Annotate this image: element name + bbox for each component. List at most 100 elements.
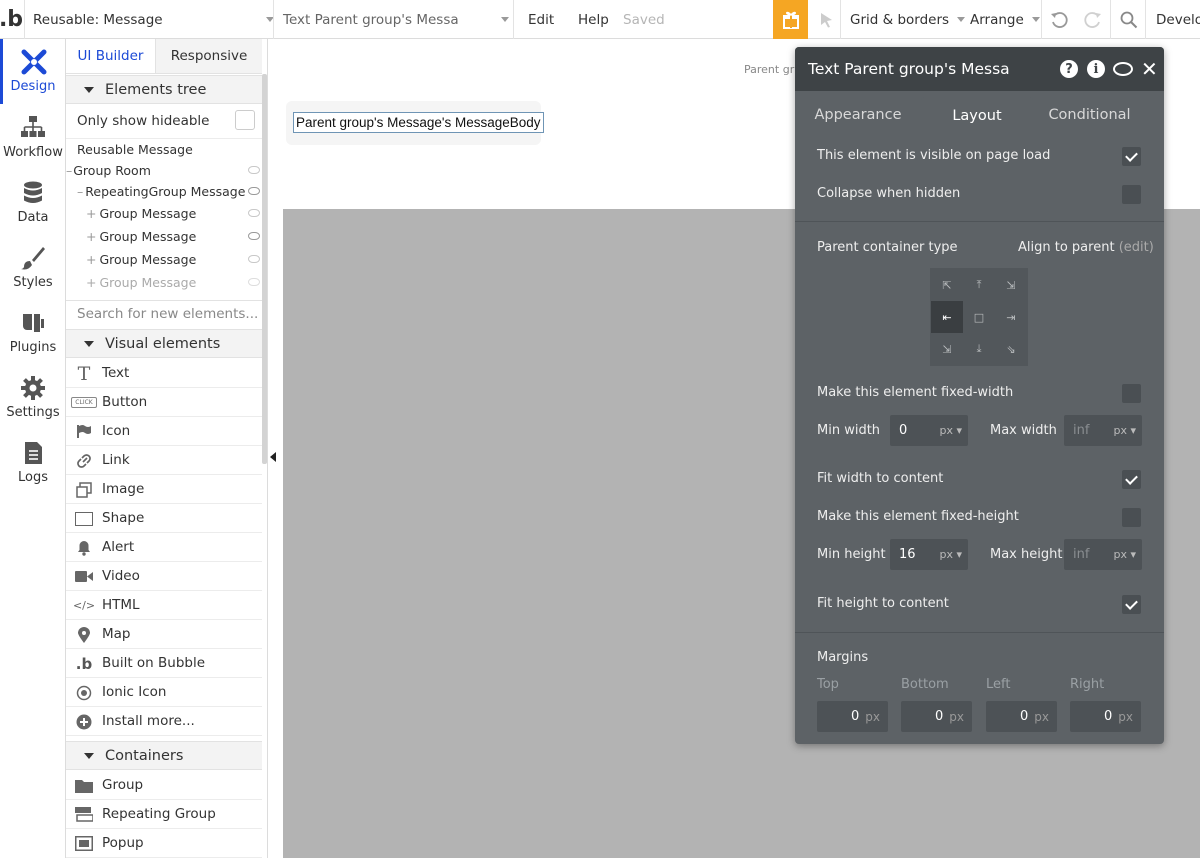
element-search-input[interactable]: Search for new elements... <box>77 306 258 322</box>
element-install-more[interactable]: Install more... <box>66 707 262 736</box>
grid-borders-menu[interactable]: Grid & borders <box>850 0 966 39</box>
align-top-center-icon[interactable]: ⤒ <box>963 269 995 301</box>
tree-item-reusable-message[interactable]: Reusable Message <box>77 138 193 160</box>
max-width-input[interactable]: inf px ▾ <box>1064 415 1142 446</box>
help-menu[interactable]: Help <box>578 0 609 39</box>
max-height-unit[interactable]: px ▾ <box>1113 548 1136 561</box>
eye-icon[interactable] <box>248 255 260 263</box>
eye-icon[interactable] <box>248 166 260 174</box>
min-width-input[interactable]: 0 px ▾ <box>890 415 968 446</box>
cursor-icon[interactable] <box>816 0 838 39</box>
tree-item-group-message[interactable]: + Group Message <box>86 202 196 224</box>
align-bottom-center-icon[interactable]: ⤓ <box>963 333 995 365</box>
nav-logs[interactable]: Logs <box>0 430 66 495</box>
nav-design[interactable]: Design <box>0 39 66 104</box>
element-repeating-group[interactable]: Repeating Group <box>66 800 262 829</box>
align-bottom-left-icon[interactable]: ⇲ <box>931 333 963 365</box>
element-video[interactable]: Video <box>66 562 262 591</box>
min-height-input[interactable]: 16 px ▾ <box>890 539 968 570</box>
nav-settings[interactable]: Settings <box>0 365 66 430</box>
align-center-right-icon[interactable]: ⇥ <box>995 301 1027 333</box>
align-center-left-icon[interactable]: ⇤ <box>931 301 963 333</box>
tab-appearance[interactable]: Appearance <box>795 97 921 133</box>
margin-top-input[interactable]: 0 px <box>817 701 888 732</box>
tree-item-group-message-hidden[interactable]: + Group Message <box>86 271 196 293</box>
help-icon[interactable]: ? <box>1060 60 1078 78</box>
nav-workflow[interactable]: Workflow <box>0 105 66 170</box>
selected-text-element[interactable]: Parent group's Message's MessageBody <box>293 112 544 133</box>
tree-item-group-message[interactable]: + Group Message <box>86 225 196 247</box>
max-height-input[interactable]: inf px ▾ <box>1064 539 1142 570</box>
visible-on-load-checkbox[interactable] <box>1122 147 1141 166</box>
tab-conditional[interactable]: Conditional <box>1033 97 1146 133</box>
min-width-unit[interactable]: px ▾ <box>939 424 962 437</box>
collapse-hidden-label: Collapse when hidden <box>817 186 961 201</box>
align-bottom-right-icon[interactable]: ⇘ <box>995 333 1027 365</box>
element-selector[interactable]: Text Parent group's Messa <box>283 0 509 39</box>
align-top-right-icon[interactable]: ⇲ <box>995 269 1027 301</box>
tab-responsive[interactable]: Responsive <box>156 39 262 74</box>
fixed-height-checkbox[interactable] <box>1122 508 1141 527</box>
eye-icon[interactable] <box>248 187 260 195</box>
containers-header[interactable]: Containers <box>66 741 262 770</box>
element-button[interactable]: CLICK Button <box>66 388 262 417</box>
max-width-unit[interactable]: px ▾ <box>1113 424 1136 437</box>
settings-icon <box>21 376 45 400</box>
eye-icon[interactable] <box>248 278 260 286</box>
folder-icon <box>74 777 94 794</box>
info-icon[interactable]: i <box>1087 60 1105 78</box>
nav-plugins[interactable]: Plugins <box>0 300 66 365</box>
element-map[interactable]: Map <box>66 620 262 649</box>
unit-label: px <box>1118 709 1133 724</box>
tab-layout[interactable]: Layout <box>921 97 1033 135</box>
page-selector[interactable]: Reusable: Message <box>33 0 274 39</box>
elements-tree-header[interactable]: Elements tree <box>66 75 262 104</box>
margin-bottom-input[interactable]: 0 px <box>901 701 972 732</box>
fit-width-checkbox[interactable] <box>1122 470 1141 489</box>
eye-icon[interactable] <box>248 232 260 240</box>
element-image[interactable]: Image <box>66 475 262 504</box>
editor-header[interactable]: Text Parent group's Messa ? i ✕ <box>795 47 1164 91</box>
element-shape[interactable]: Shape <box>66 504 262 533</box>
comment-icon[interactable] <box>1113 62 1133 76</box>
element-popup[interactable]: Popup <box>66 829 262 858</box>
search-icon[interactable] <box>1118 0 1140 39</box>
element-icon[interactable]: Icon <box>66 417 262 446</box>
panel-scrollbar[interactable] <box>262 74 267 464</box>
margin-right-input[interactable]: 0 px <box>1070 701 1141 732</box>
fixed-height-label: Make this element fixed-height <box>817 509 1019 524</box>
align-top-left-icon[interactable]: ⇱ <box>931 269 963 301</box>
element-link[interactable]: Link <box>66 446 262 475</box>
fixed-width-checkbox[interactable] <box>1122 384 1141 403</box>
margin-left-input[interactable]: 0 px <box>986 701 1057 732</box>
close-icon[interactable]: ✕ <box>1141 57 1158 81</box>
tree-item-group-room[interactable]: – Group Room <box>66 159 151 181</box>
tree-item-group-message[interactable]: + Group Message <box>86 248 196 270</box>
element-alert[interactable]: Alert <box>66 533 262 562</box>
nav-styles[interactable]: Styles <box>0 235 66 300</box>
eye-icon[interactable] <box>248 209 260 217</box>
only-hideable-checkbox[interactable] <box>235 110 255 130</box>
fit-height-checkbox[interactable] <box>1122 595 1141 614</box>
tree-item-repeatinggroup-message[interactable]: – RepeatingGroup Message <box>77 180 245 202</box>
collapse-hidden-checkbox[interactable] <box>1122 185 1141 204</box>
element-built-on-bubble[interactable]: .b Built on Bubble <box>66 649 262 678</box>
edit-container-link[interactable]: (edit) <box>1119 240 1154 255</box>
develop-selector[interactable]: Develop <box>1156 0 1200 39</box>
arrange-menu[interactable]: Arrange <box>970 0 1040 39</box>
collapse-panel-icon[interactable] <box>270 452 276 462</box>
element-group[interactable]: Group <box>66 771 262 800</box>
element-text[interactable]: T Text <box>66 359 262 388</box>
min-height-unit[interactable]: px ▾ <box>939 548 962 561</box>
element-ionic-icon[interactable]: Ionic Icon <box>66 678 262 707</box>
tab-ui-builder[interactable]: UI Builder <box>66 39 156 74</box>
visual-elements-header[interactable]: Visual elements <box>66 329 262 358</box>
align-center-icon[interactable]: □ <box>963 301 995 333</box>
nav-data[interactable]: Data <box>0 170 66 235</box>
gift-button[interactable] <box>773 0 808 39</box>
redo-icon[interactable] <box>1082 0 1104 39</box>
element-html[interactable]: </> HTML <box>66 591 262 620</box>
undo-icon[interactable] <box>1048 0 1070 39</box>
bubble-logo-icon[interactable]: .b <box>0 0 23 39</box>
edit-menu[interactable]: Edit <box>528 0 554 39</box>
